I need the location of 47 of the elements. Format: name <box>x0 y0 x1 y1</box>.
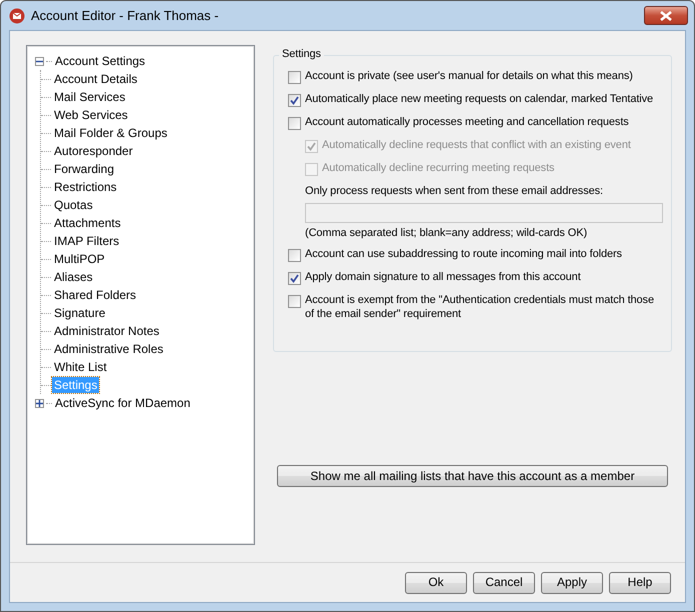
checkbox[interactable] <box>288 272 301 286</box>
app-icon <box>9 8 25 24</box>
checkbox[interactable] <box>288 71 301 84</box>
checkbox-label: Account is exempt from the "Authentication credentials must match those of the email sender" requirement <box>305 294 655 321</box>
checkbox-label: Automatically decline requests that conflict with an existing event <box>322 139 631 152</box>
tree-item[interactable]: Administrator Notes <box>52 322 162 340</box>
expander-icon[interactable] <box>35 56 44 66</box>
window-title: Account Editor - Frank Thomas - <box>31 8 219 24</box>
mailing-lists-button[interactable]: Show me all mailing lists that have this account as a member <box>277 465 668 487</box>
tree-item[interactable]: Mail Services <box>52 88 128 106</box>
tree-item[interactable]: Web Services <box>52 106 130 124</box>
tree-item[interactable]: Administrative Roles <box>52 340 166 358</box>
hint-text: (Comma separated list; blank=any address; wild-cards OK) <box>305 227 588 240</box>
tree-item[interactable]: Attachments <box>52 214 123 232</box>
field-label: Only process requests when sent from these email addresses: <box>305 185 604 198</box>
tree-item[interactable]: Shared Folders <box>52 286 138 304</box>
checkbox[interactable] <box>288 249 301 262</box>
checkbox-label: Account can use subaddressing to route incoming mail into folders <box>305 248 622 262</box>
dialog-button[interactable]: Apply <box>541 572 603 594</box>
expander-icon[interactable] <box>35 398 44 408</box>
checkbox-label: Account is private (see user's manual for details on what this means) <box>305 70 633 84</box>
tree-item[interactable]: White List <box>52 358 109 376</box>
checkbox[interactable] <box>288 295 301 308</box>
group-title: Settings <box>279 48 324 62</box>
tree-item[interactable]: Forwarding <box>52 160 116 178</box>
checkbox-label: Apply domain signature to all messages from this account <box>305 271 581 285</box>
dialog-button[interactable]: Help <box>609 572 671 594</box>
tree-item[interactable]: Quotas <box>52 196 95 214</box>
dialog-button[interactable]: Cancel <box>473 572 535 594</box>
dialog-button[interactable]: Ok <box>405 572 467 594</box>
tree-item[interactable]: Account Settings <box>53 52 148 70</box>
tree-item[interactable]: IMAP Filters <box>52 232 122 250</box>
close-button[interactable] <box>644 6 688 25</box>
tree-item[interactable]: Mail Folder & Groups <box>52 124 170 142</box>
tree-item[interactable]: Autoresponder <box>52 142 135 160</box>
tree-item[interactable]: ActiveSync for MDaemon <box>53 394 192 412</box>
tree-item[interactable]: MultiPOP <box>52 250 107 268</box>
checkbox-label: Account automatically processes meeting and cancellation requests <box>305 116 629 130</box>
tree-item[interactable]: Account Details <box>52 70 140 88</box>
tree-item[interactable]: Signature <box>52 304 108 322</box>
tree-item[interactable]: Aliases <box>52 268 95 286</box>
tree-item[interactable]: Restrictions <box>52 178 119 196</box>
checkbox-label: Automatically decline recurring meeting requests <box>322 162 554 176</box>
checkbox-label: Automatically place new meeting requests on calendar, marked Tentative <box>305 93 654 106</box>
checkbox[interactable] <box>288 94 301 107</box>
checkbox[interactable] <box>288 117 301 130</box>
close-icon <box>659 10 673 20</box>
